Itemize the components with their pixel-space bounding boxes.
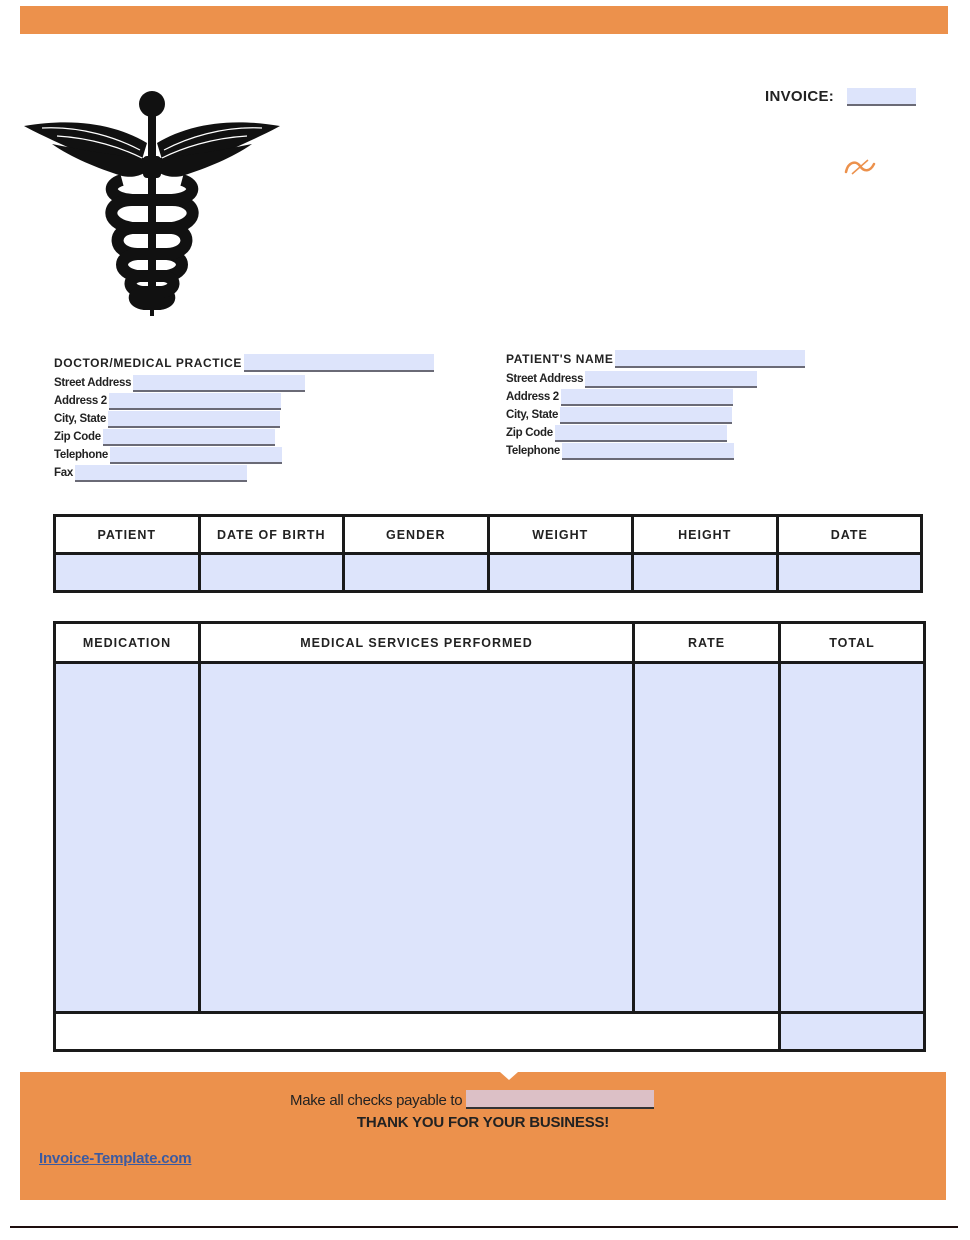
patient-zip-field[interactable] <box>554 425 727 442</box>
col-header-rate: RATE <box>632 621 781 664</box>
patient-zip-label: Zip Code <box>506 427 553 439</box>
col-header-patient: PATIENT <box>53 514 201 555</box>
doctor-city-row: City, State <box>54 410 281 428</box>
payable-row: Make all checks payable to <box>290 1090 655 1109</box>
doctor-telephone-field[interactable] <box>109 447 282 464</box>
caduceus-icon <box>24 91 280 316</box>
col-header-gender: GENDER <box>342 514 490 555</box>
date-cell[interactable] <box>775 552 923 593</box>
doctor-fax-field[interactable] <box>74 465 247 482</box>
patient-street-label: Street Address <box>506 373 584 385</box>
currency-swirl-icon <box>844 159 876 175</box>
patient-name-field[interactable] <box>615 350 806 368</box>
gender-cell[interactable] <box>342 552 490 593</box>
patient-address2-label: Address 2 <box>506 391 559 403</box>
col-header-height: HEIGHT <box>631 514 779 555</box>
doctor-zip-label: Zip Code <box>54 431 101 443</box>
patient-telephone-field[interactable] <box>561 443 734 460</box>
patient-city-field[interactable] <box>560 407 733 424</box>
table-header-row: MEDICATION MEDICAL SERVICES PERFORMED RA… <box>53 621 926 664</box>
total-cell[interactable] <box>778 661 926 1014</box>
services-table: MEDICATION MEDICAL SERVICES PERFORMED RA… <box>53 621 926 1052</box>
patient-city-row: City, State <box>506 406 733 424</box>
patient-name-row: PATIENT'S NAME <box>506 350 806 368</box>
invoice-number-field[interactable] <box>847 88 916 106</box>
doctor-city-field[interactable] <box>108 411 281 428</box>
footer-notch <box>500 1072 518 1080</box>
doctor-street-label: Street Address <box>54 377 132 389</box>
doctor-telephone-label: Telephone <box>54 449 108 461</box>
rate-cell[interactable] <box>632 661 781 1014</box>
table-row <box>53 661 926 1014</box>
payable-label: Make all checks payable to <box>290 1092 463 1109</box>
col-header-medical-services: MEDICAL SERVICES PERFORMED <box>198 621 635 664</box>
patient-zip-row: Zip Code <box>506 424 727 442</box>
invoice-label: INVOICE: <box>765 88 835 105</box>
table-header-row: PATIENT DATE OF BIRTH GENDER WEIGHT HEIG… <box>53 514 923 555</box>
doctor-zip-row: Zip Code <box>54 428 275 446</box>
weight-cell[interactable] <box>486 552 634 593</box>
medical-services-cell[interactable] <box>198 661 635 1014</box>
doctor-name-row: DOCTOR/MEDICAL PRACTICE <box>54 354 435 372</box>
doctor-fax-row: Fax <box>54 464 247 482</box>
medication-cell[interactable] <box>53 661 201 1014</box>
patient-city-label: City, State <box>506 409 559 421</box>
bottom-divider <box>10 1226 958 1228</box>
patient-address2-row: Address 2 <box>506 388 733 406</box>
doctor-info-section: DOCTOR/MEDICAL PRACTICE Street Address A… <box>54 354 474 484</box>
patient-telephone-label: Telephone <box>506 445 560 457</box>
patient-name-label: PATIENT'S NAME <box>506 352 614 366</box>
grand-total-row <box>53 1011 926 1052</box>
patient-cell[interactable] <box>53 552 201 593</box>
col-header-weight: WEIGHT <box>486 514 634 555</box>
height-cell[interactable] <box>631 552 779 593</box>
patient-street-row: Street Address <box>506 370 758 388</box>
doctor-address2-label: Address 2 <box>54 395 107 407</box>
table-row <box>53 552 923 593</box>
doctor-address2-field[interactable] <box>108 393 281 410</box>
doctor-address2-row: Address 2 <box>54 392 281 410</box>
col-header-date: DATE <box>775 514 923 555</box>
col-header-date-of-birth: DATE OF BIRTH <box>197 514 345 555</box>
doctor-street-row: Street Address <box>54 374 306 392</box>
patient-telephone-row: Telephone <box>506 442 734 460</box>
doctor-practice-label: DOCTOR/MEDICAL PRACTICE <box>54 356 243 370</box>
doctor-city-label: City, State <box>54 413 107 425</box>
patient-details-table: PATIENT DATE OF BIRTH GENDER WEIGHT HEIG… <box>53 514 923 593</box>
doctor-telephone-row: Telephone <box>54 446 282 464</box>
date-of-birth-cell[interactable] <box>197 552 345 593</box>
grand-total-spacer <box>53 1011 781 1052</box>
footer-panel: Make all checks payable to THANK YOU FOR… <box>20 1072 946 1200</box>
doctor-practice-field[interactable] <box>244 354 435 372</box>
doctor-street-field[interactable] <box>133 375 306 392</box>
invoice-template-link[interactable]: Invoice-Template.com <box>39 1150 192 1167</box>
grand-total-field[interactable] <box>778 1011 926 1052</box>
col-header-total: TOTAL <box>778 621 926 664</box>
doctor-zip-field[interactable] <box>102 429 275 446</box>
col-header-medication: MEDICATION <box>53 621 201 664</box>
patient-street-field[interactable] <box>585 371 758 388</box>
patient-info-section: PATIENT'S NAME Street Address Address 2 … <box>506 350 836 462</box>
top-accent-bar <box>20 6 948 34</box>
patient-address2-field[interactable] <box>560 389 733 406</box>
doctor-fax-label: Fax <box>54 467 73 479</box>
payable-to-field[interactable] <box>466 1090 655 1109</box>
thank-you-message: THANK YOU FOR YOUR BUSINESS! <box>356 1114 610 1131</box>
